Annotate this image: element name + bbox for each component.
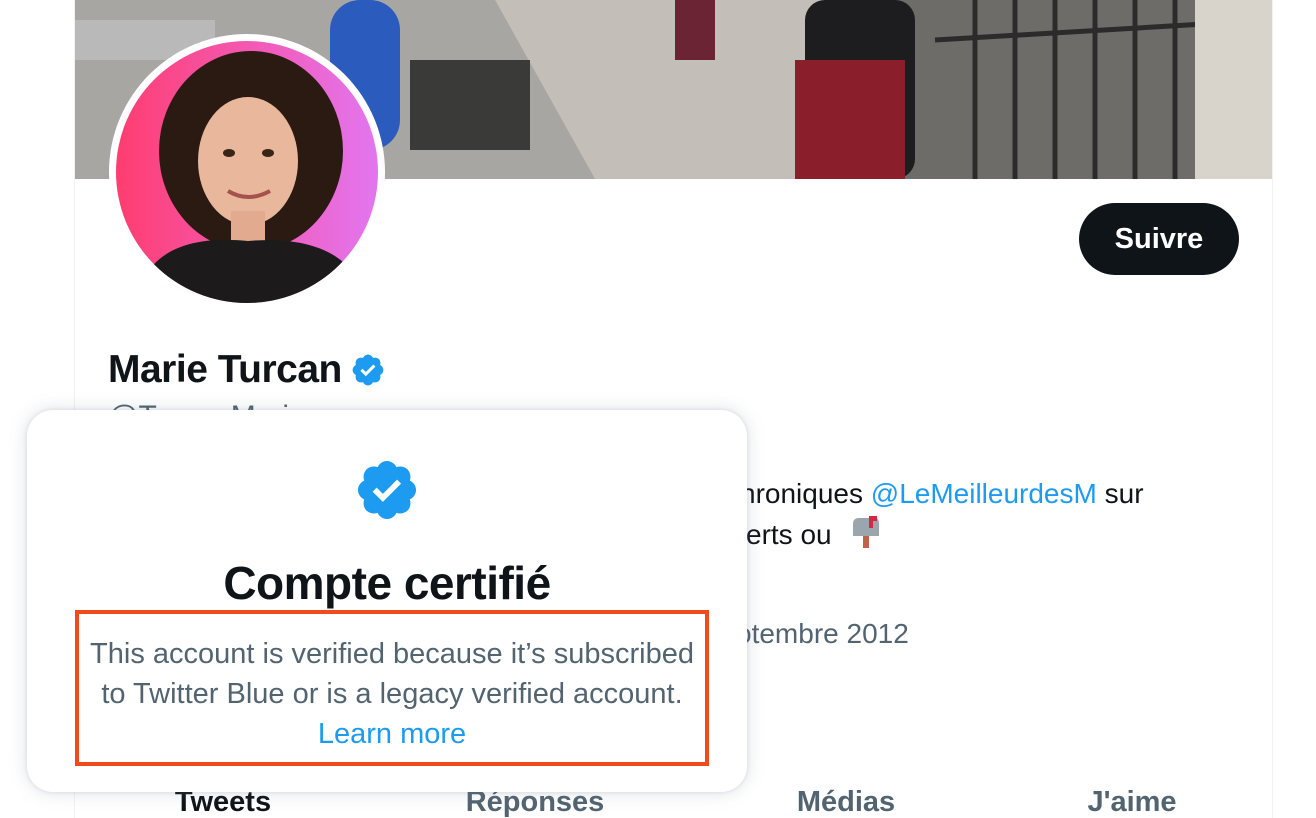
profile-avatar[interactable] [109, 34, 385, 310]
joined-date-text: otembre 2012 [736, 618, 909, 649]
tab-likes[interactable]: J'aime [1087, 786, 1176, 818]
hovercard-description-text: This account is verified because it’s su… [90, 638, 694, 710]
tab-media[interactable]: Médias [797, 786, 895, 818]
hovercard-description: This account is verified because it’s su… [79, 634, 705, 754]
avatar-photo [116, 41, 378, 303]
verified-badge-icon[interactable] [350, 352, 386, 388]
learn-more-link[interactable]: Learn more [318, 718, 466, 750]
bio-text-after-mention: sur [1104, 478, 1144, 509]
bio-text-line2: erts ou [746, 519, 832, 550]
bio-mention-link[interactable]: @LeMeilleurdesM [871, 478, 1097, 509]
highlight-box: This account is verified because it’s su… [75, 610, 709, 766]
bio-text: hroniques [740, 478, 863, 509]
verified-hovercard: Compte certifié This account is verified… [27, 410, 747, 792]
display-name: Marie Turcan [108, 348, 342, 391]
hovercard-title: Compte certifié [223, 557, 551, 609]
verified-badge-icon [357, 460, 417, 520]
follow-button[interactable]: Suivre [1079, 203, 1239, 275]
profile-name-row: Marie Turcan [108, 348, 386, 392]
mailbox-icon [853, 516, 880, 548]
